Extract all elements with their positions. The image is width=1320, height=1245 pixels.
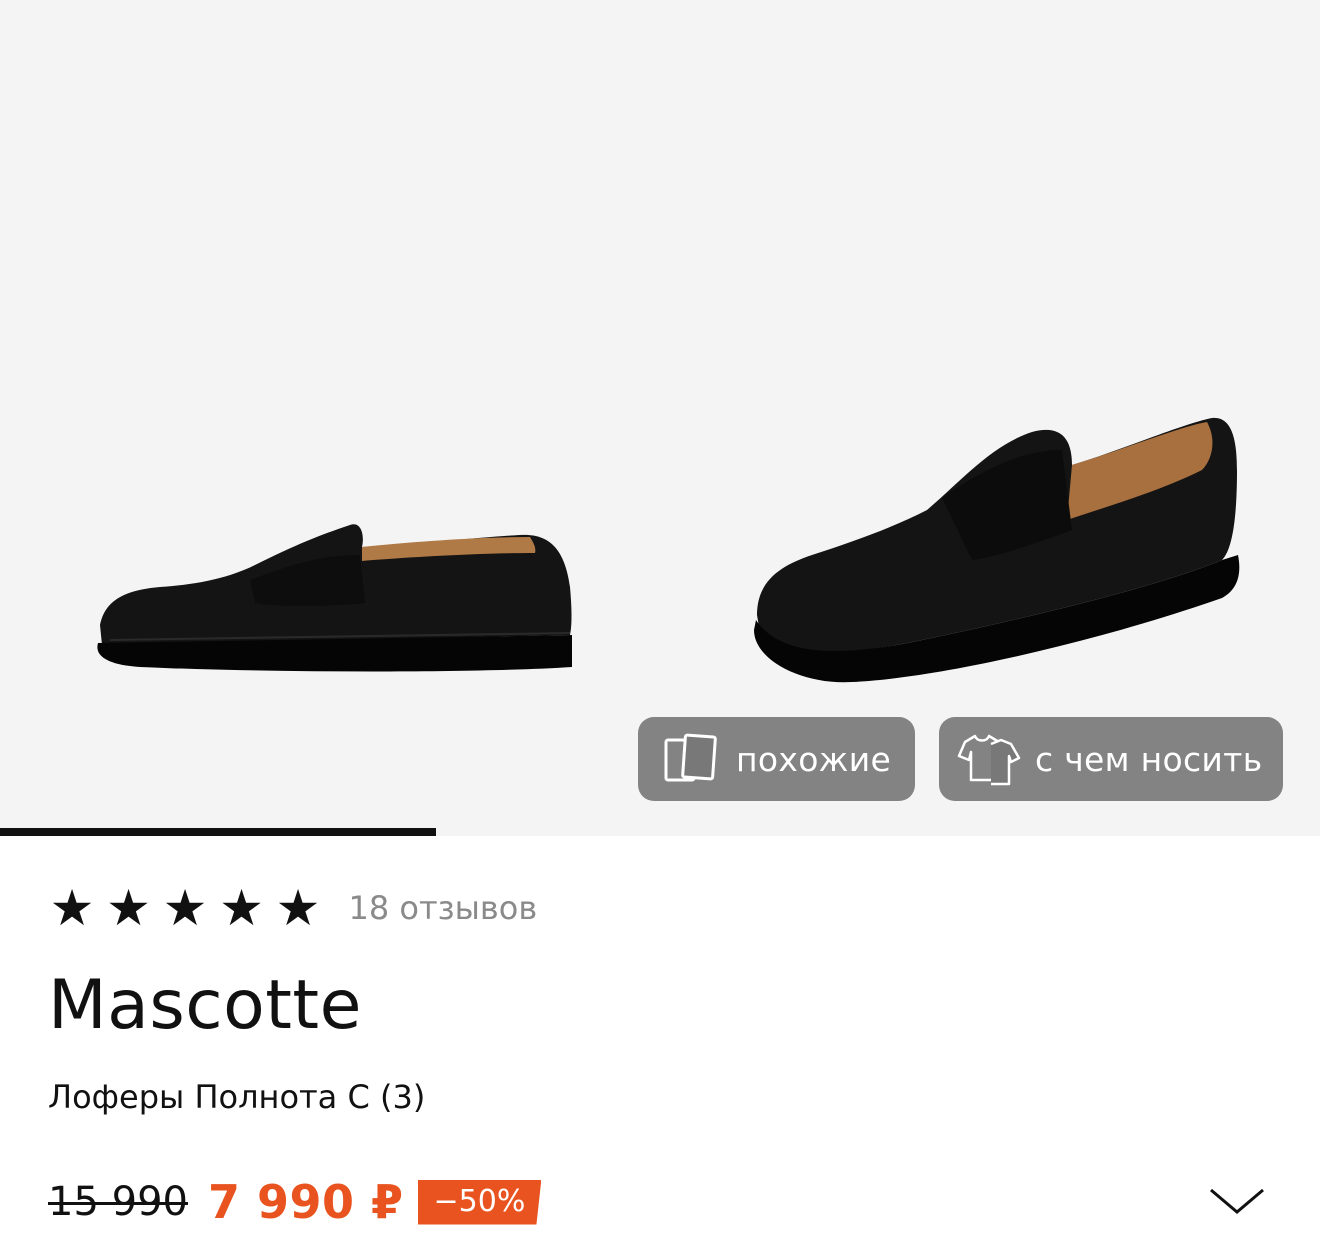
product-info: ★ ★ ★ ★ ★ 18 отзывов Mascotte Лоферы Полнота… bbox=[0, 836, 1320, 1245]
current-price: 7 990 ₽ bbox=[207, 1175, 404, 1229]
similar-label: похожие bbox=[736, 739, 892, 779]
product-gallery[interactable]: похожие с чем носить bbox=[0, 0, 1320, 836]
product-image-angle bbox=[754, 417, 1240, 683]
cards-icon bbox=[664, 733, 717, 782]
star-icon: ★ bbox=[106, 879, 151, 937]
outfit-icon bbox=[957, 734, 1021, 786]
brand-name[interactable]: Mascotte bbox=[48, 966, 362, 1045]
price-row: 15 990 7 990 ₽ −50% bbox=[48, 1174, 542, 1230]
star-icon: ★ bbox=[49, 879, 95, 937]
gallery-progress-fill bbox=[0, 828, 436, 836]
similar-button[interactable]: похожие bbox=[638, 717, 915, 801]
product-title: Лоферы Полнота C (3) bbox=[48, 1078, 426, 1116]
outfit-button[interactable]: с чем носить bbox=[939, 717, 1283, 801]
star-icon: ★ bbox=[162, 879, 208, 937]
reviews-count[interactable]: 18 отзывов bbox=[349, 889, 538, 927]
rating-stars: ★ ★ ★ ★ ★ bbox=[48, 879, 331, 937]
chevron-down-icon[interactable] bbox=[1208, 1186, 1266, 1218]
discount-badge: −50% bbox=[417, 1179, 542, 1225]
rating[interactable]: ★ ★ ★ ★ ★ 18 отзывов bbox=[48, 879, 538, 937]
old-price: 15 990 bbox=[48, 1179, 188, 1225]
star-icon: ★ bbox=[219, 879, 264, 937]
product-image-side bbox=[97, 524, 572, 672]
star-icon: ★ bbox=[275, 879, 321, 937]
gallery-progress bbox=[0, 828, 1320, 836]
outfit-label: с чем носить bbox=[1035, 739, 1263, 779]
